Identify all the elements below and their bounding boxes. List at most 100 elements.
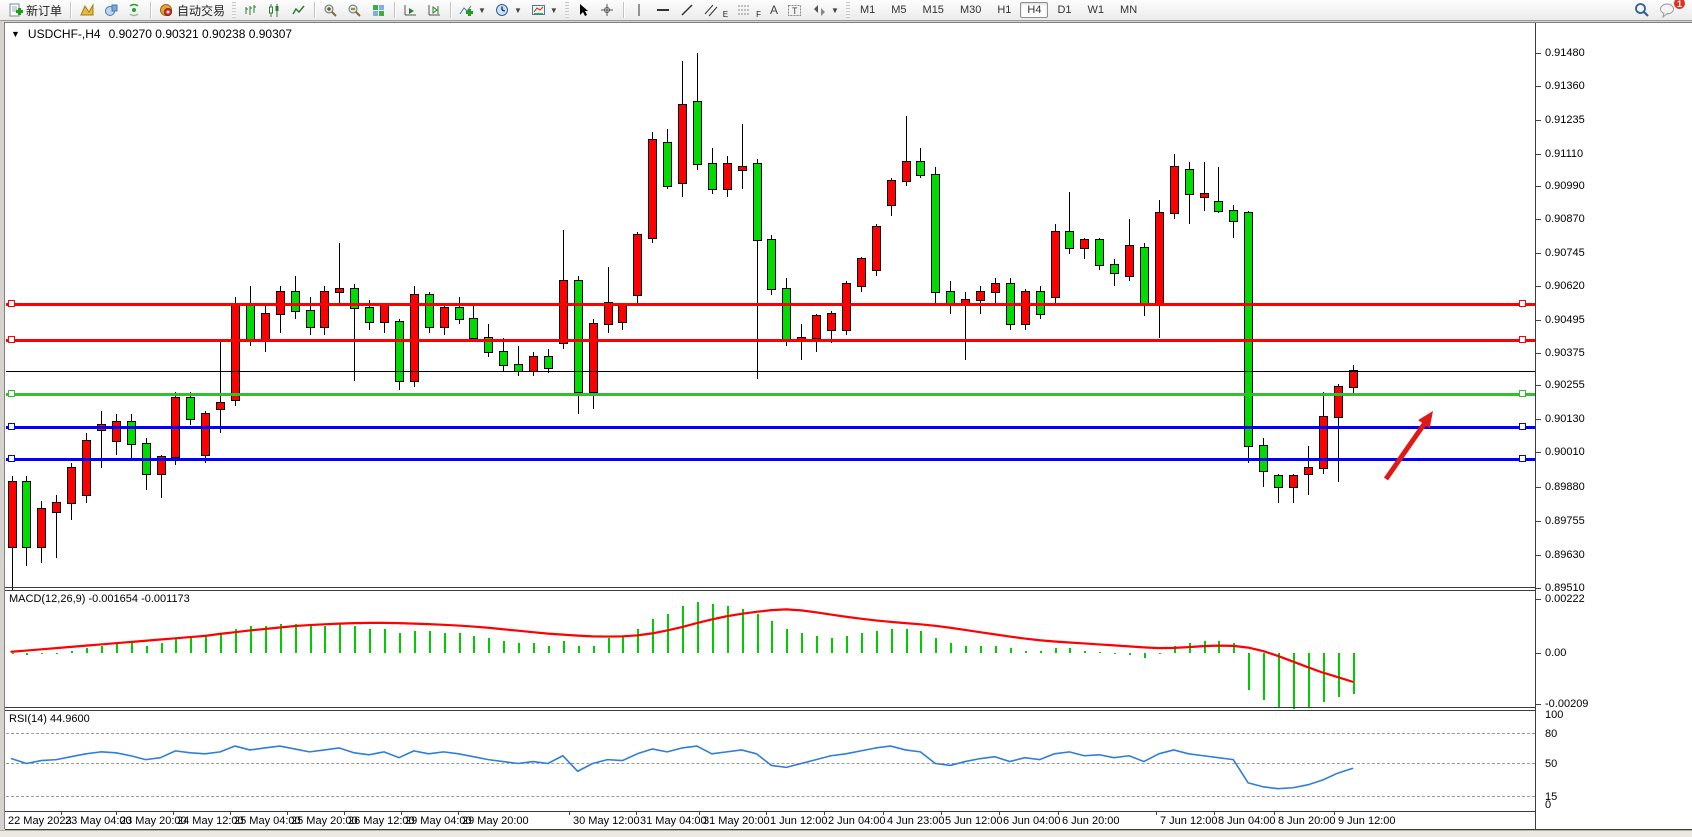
timeframe-button-mn[interactable]: MN bbox=[1113, 2, 1144, 18]
bullish-candle bbox=[320, 291, 329, 328]
line-drag-handle[interactable] bbox=[8, 336, 15, 343]
horizontal-level-line[interactable] bbox=[6, 426, 1535, 429]
line-drag-handle[interactable] bbox=[1519, 423, 1526, 430]
notifications-button[interactable]: 1 bbox=[1655, 1, 1680, 20]
text-button[interactable]: A bbox=[766, 1, 782, 20]
timeframe-button-d1[interactable]: D1 bbox=[1050, 2, 1078, 18]
indicators-dropdown-caret: ▼ bbox=[478, 6, 486, 15]
timeframe-button-m15[interactable]: M15 bbox=[916, 2, 951, 18]
periods-dropdown-caret: ▼ bbox=[514, 6, 522, 15]
timeframe-button-m1[interactable]: M1 bbox=[853, 2, 882, 18]
horizontal-level-line[interactable] bbox=[6, 371, 1535, 372]
new-order-button[interactable]: 新订单 bbox=[4, 1, 66, 20]
macd-pane[interactable] bbox=[5, 591, 1536, 707]
bar-chart-button[interactable] bbox=[239, 1, 262, 20]
horizontal-level-line[interactable] bbox=[6, 303, 1535, 306]
time-axis[interactable]: 22 May 202323 May 04:0023 May 20:0024 Ma… bbox=[5, 811, 1692, 830]
bullish-candle bbox=[1200, 193, 1209, 198]
horizontal-level-line[interactable] bbox=[6, 339, 1535, 342]
chart-shift-button[interactable] bbox=[423, 1, 446, 20]
search-button[interactable] bbox=[1630, 1, 1654, 20]
horizontal-level-line[interactable] bbox=[6, 458, 1535, 461]
timeframe-button-m5[interactable]: M5 bbox=[884, 2, 913, 18]
timeframe-button-h1[interactable]: H1 bbox=[990, 2, 1018, 18]
pane-splitter[interactable] bbox=[5, 707, 1536, 708]
line-drag-handle[interactable] bbox=[1519, 455, 1526, 462]
template-icon bbox=[531, 3, 546, 18]
toolbar-drag-handle[interactable] bbox=[846, 2, 850, 18]
time-tick bbox=[569, 811, 570, 815]
search-icon bbox=[1634, 2, 1650, 18]
indicators-icon bbox=[459, 3, 474, 18]
macd-histogram-bar bbox=[1338, 653, 1340, 697]
price-axis[interactable]: 0.914800.913600.912350.911100.909900.908… bbox=[1536, 23, 1692, 811]
line-chart-button[interactable] bbox=[287, 1, 310, 20]
auto-trading-button[interactable]: 自动交易 bbox=[155, 1, 229, 20]
arrows-button[interactable]: ▼ bbox=[808, 1, 843, 20]
cursor-button[interactable] bbox=[572, 1, 595, 20]
candlestick-button[interactable] bbox=[263, 1, 286, 20]
indicators-button[interactable]: ▼ bbox=[455, 1, 490, 20]
auto-trading-label: 自动交易 bbox=[177, 2, 225, 19]
timeframe-button-m30[interactable]: M30 bbox=[953, 2, 988, 18]
macd-histogram-bar bbox=[369, 629, 371, 654]
line-drag-handle[interactable] bbox=[8, 423, 15, 430]
price-tick-label: 0.89630 bbox=[1545, 549, 1585, 561]
profile-icon bbox=[79, 3, 94, 18]
line-drag-handle[interactable] bbox=[8, 455, 15, 462]
trendline-button[interactable] bbox=[676, 1, 699, 20]
line-drag-handle[interactable] bbox=[8, 390, 15, 397]
zoom-in-button[interactable] bbox=[319, 1, 342, 20]
fibonacci-button[interactable]: F bbox=[733, 1, 765, 20]
time-tick-label: 5 Jun 12:00 bbox=[945, 815, 1003, 827]
templates-button[interactable]: ▼ bbox=[527, 1, 562, 20]
line-drag-handle[interactable] bbox=[1519, 336, 1526, 343]
time-tick-label: 7 Jun 12:00 bbox=[1160, 815, 1218, 827]
line-drag-handle[interactable] bbox=[1519, 390, 1526, 397]
macd-histogram-bar bbox=[414, 631, 416, 653]
bullish-candle bbox=[887, 180, 896, 206]
bullish-candle bbox=[633, 234, 642, 296]
candlestick-icon bbox=[267, 3, 282, 18]
arrows-dropdown-caret: ▼ bbox=[831, 6, 839, 15]
chart-profile-button[interactable] bbox=[75, 1, 98, 20]
timeframe-button-h4[interactable]: H4 bbox=[1020, 2, 1048, 18]
chart-window[interactable]: ▼ USDCHF-,H4 0.90270 0.90321 0.90238 0.9… bbox=[4, 22, 1692, 829]
macd-histogram-bar bbox=[1263, 653, 1265, 700]
pane-splitter[interactable] bbox=[5, 587, 1536, 588]
market-watch-button[interactable] bbox=[99, 1, 122, 20]
auto-scroll-button[interactable] bbox=[399, 1, 422, 20]
price-tick-label: 0.91360 bbox=[1545, 80, 1585, 92]
horizontal-level-line[interactable] bbox=[6, 393, 1535, 396]
tile-windows-button[interactable] bbox=[367, 1, 390, 20]
line-drag-handle[interactable] bbox=[1519, 300, 1526, 307]
price-chart-pane[interactable] bbox=[5, 23, 1536, 587]
bearish-candle bbox=[1140, 247, 1149, 306]
macd-histogram-bar bbox=[295, 624, 297, 653]
macd-histogram-bar bbox=[503, 641, 505, 653]
toolbar-drag-handle[interactable] bbox=[565, 2, 569, 18]
rsi-pane[interactable] bbox=[5, 711, 1536, 811]
toolbar-drag-handle[interactable] bbox=[232, 2, 236, 18]
line-drag-handle[interactable] bbox=[8, 300, 15, 307]
bearish-candle bbox=[1065, 231, 1074, 249]
macd-histogram-bar bbox=[116, 643, 118, 653]
macd-histogram-bar bbox=[1293, 653, 1295, 709]
macd-histogram-bar bbox=[324, 626, 326, 653]
crosshair-button[interactable] bbox=[596, 1, 619, 20]
time-tick-label: 9 Jun 12:00 bbox=[1338, 815, 1396, 827]
fibonacci-icon bbox=[737, 3, 753, 18]
time-tick-label: 30 May 12:00 bbox=[573, 815, 640, 827]
price-tick-label: 0.90620 bbox=[1545, 280, 1585, 292]
macd-histogram-bar bbox=[891, 629, 893, 654]
horizontal-line-button[interactable] bbox=[652, 1, 675, 20]
periods-button[interactable]: ▼ bbox=[491, 1, 526, 20]
vertical-line-button[interactable] bbox=[628, 1, 651, 20]
channel-button[interactable]: E bbox=[700, 1, 732, 20]
price-tick bbox=[1536, 53, 1541, 54]
timeframe-button-w1[interactable]: W1 bbox=[1081, 2, 1112, 18]
zoom-out-button[interactable] bbox=[343, 1, 366, 20]
signals-button[interactable] bbox=[123, 1, 146, 20]
text-label-button[interactable]: T bbox=[783, 1, 807, 20]
macd-histogram-bar bbox=[518, 643, 520, 653]
